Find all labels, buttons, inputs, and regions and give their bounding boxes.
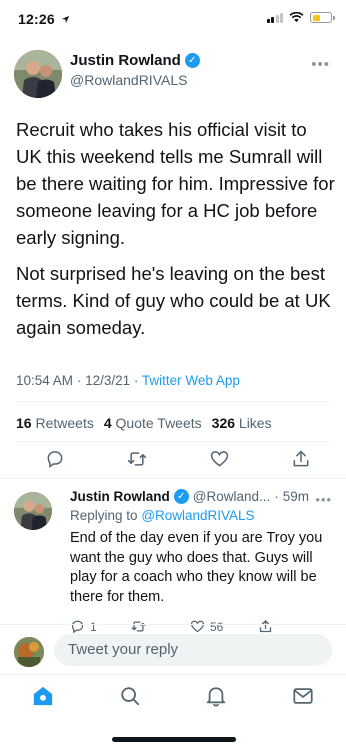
divider (0, 478, 346, 479)
share-icon (293, 450, 309, 467)
tweet-date: 12/3/21 (85, 373, 131, 388)
tweet-text: Recruit who takes his official visit to … (16, 116, 336, 350)
retweets-stat[interactable]: 16 Retweets (16, 415, 94, 431)
verified-badge-icon: ✓ (184, 53, 200, 68)
author-name[interactable]: Justin Rowland (70, 52, 181, 69)
share-icon (259, 620, 272, 633)
retweet-icon (131, 621, 146, 632)
signal-icon (266, 12, 283, 23)
nav-home[interactable] (32, 685, 54, 712)
location-arrow-icon (61, 15, 70, 24)
tweet-action-bar (0, 448, 346, 470)
tweet-stats: 16 Retweets 4 Quote Tweets 326 Likes (16, 415, 272, 431)
reply-button[interactable] (44, 448, 66, 470)
author-handle[interactable]: @RowlandRIVALS (70, 72, 200, 88)
status-bar: 12:26 (0, 0, 346, 40)
like-count: 56 (210, 619, 224, 634)
divider (16, 441, 330, 442)
divider (0, 674, 346, 675)
reply-like-button[interactable]: 56 (190, 619, 258, 634)
verified-badge-icon: ✓ (173, 489, 189, 504)
quote-tweets-stat[interactable]: 4 Quote Tweets (104, 415, 202, 431)
tweet-time: 10:54 AM (16, 373, 74, 388)
reply-author-name[interactable]: Justin Rowland (70, 489, 170, 504)
tweet-source-app[interactable]: Twitter Web App (142, 373, 240, 388)
divider (16, 401, 330, 402)
reply-retweet-button[interactable] (130, 619, 190, 634)
nav-search[interactable] (119, 685, 141, 712)
wifi-icon (289, 12, 304, 23)
mail-icon (293, 687, 313, 704)
status-time: 12:26 (18, 11, 70, 27)
retweet-icon (127, 452, 147, 466)
reply-icon (71, 620, 84, 634)
bell-icon (207, 686, 226, 706)
heart-icon (210, 451, 228, 467)
reply-time: 59m (282, 489, 310, 504)
reply-more-options-icon[interactable]: ••• (315, 492, 332, 507)
share-button[interactable] (290, 448, 312, 470)
divider (0, 624, 346, 625)
reply-tweet[interactable]: Justin Rowland ✓ @Rowland... · 59m Reply… (70, 489, 335, 634)
home-indicator (112, 737, 236, 742)
tweet-paragraph: Not surprised he's leaving on the best t… (16, 263, 331, 338)
home-icon (33, 686, 53, 705)
nav-notifications[interactable] (205, 685, 227, 712)
author-avatar[interactable] (14, 50, 62, 98)
likes-stat[interactable]: 326 Likes (212, 415, 272, 431)
reply-input[interactable]: Tweet your reply (54, 634, 332, 666)
reply-reply-button[interactable]: 1 (70, 619, 130, 634)
heart-icon (190, 620, 205, 633)
like-button[interactable] (208, 448, 230, 470)
battery-icon (310, 12, 335, 23)
my-avatar (14, 637, 44, 667)
reply-share-button[interactable] (258, 619, 273, 634)
bottom-nav (0, 680, 346, 716)
reply-count: 1 (90, 619, 97, 634)
reply-icon (47, 451, 63, 468)
retweet-button[interactable] (126, 448, 148, 470)
reply-header: Justin Rowland ✓ @Rowland... · 59m (70, 489, 310, 504)
more-options-icon[interactable]: ••• (311, 56, 330, 73)
tweet-meta: 10:54 AM · 12/3/21 · Twitter Web App (16, 373, 240, 388)
tweet-paragraph: Recruit who takes his official visit to … (16, 119, 335, 248)
replying-to-handle[interactable]: @RowlandRIVALS (141, 508, 254, 523)
reply-action-bar: 1 56 (70, 619, 335, 634)
nav-messages[interactable] (292, 685, 314, 712)
search-icon (120, 686, 139, 705)
reply-author-handle[interactable]: @Rowland... (193, 489, 271, 504)
reply-author-avatar[interactable] (14, 492, 52, 530)
reply-text: End of the day even if you are Troy you … (70, 530, 323, 605)
author-block: Justin Rowland ✓ @RowlandRIVALS (70, 52, 200, 88)
replying-to: Replying to @RowlandRIVALS (70, 508, 255, 523)
